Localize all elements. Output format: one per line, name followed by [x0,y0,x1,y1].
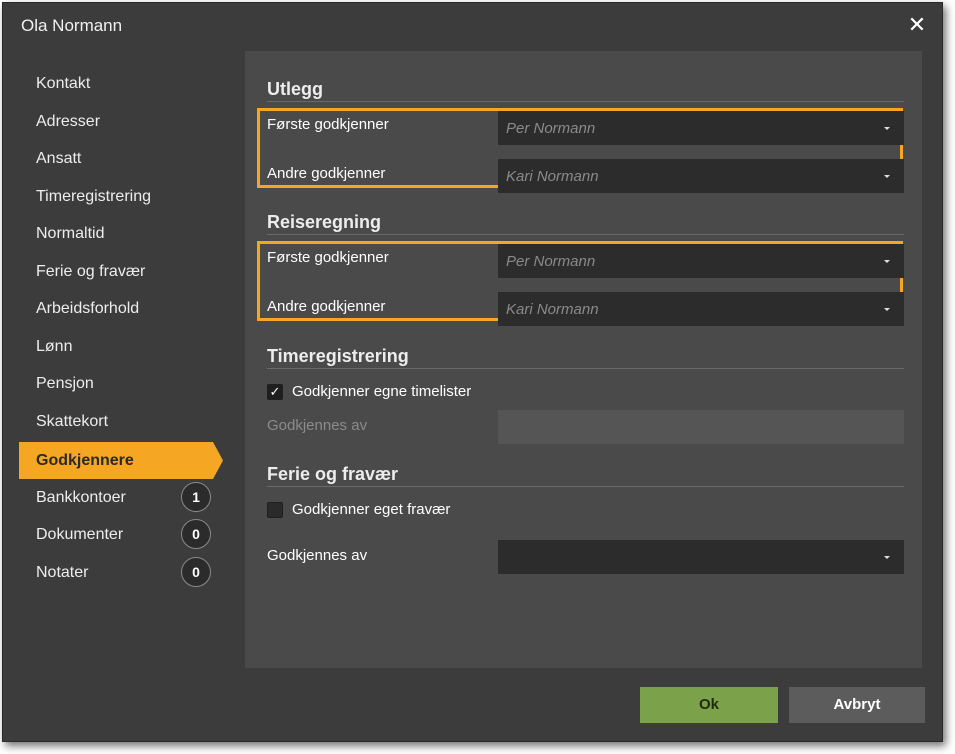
sidebar-item-label: Arbeidsforhold [36,300,140,317]
sidebar-item-arbeidsforhold[interactable]: Arbeidsforhold [19,290,223,327]
sidebar-item-label: Ansatt [36,150,82,167]
sidebar-item-kontakt[interactable]: Kontakt [19,65,223,102]
close-icon[interactable]: ✕ [907,14,927,36]
sidebar-item-bankkontoer[interactable]: Bankkontoer 1 [19,479,223,516]
sidebar-item-label: Timeregistrering [36,188,151,205]
sidebar-item-dokumenter[interactable]: Dokumenter 0 [19,516,223,553]
caret-down-icon [884,308,890,311]
dialog-title: Ola Normann [21,16,123,35]
utlegg-second-approver-label: Andre godkjenner [267,165,386,182]
cancel-button[interactable]: Avbryt [789,687,925,723]
reiseregning-first-approver-select[interactable]: Per Normann [498,244,904,278]
caret-down-icon [884,260,890,263]
utlegg-first-approver-select[interactable]: Per Normann [498,111,904,145]
select-placeholder: Kari Normann [506,168,599,185]
own-absence-checkbox[interactable] [267,502,283,518]
own-absence-label: Godkjenner eget fravær [292,501,451,518]
count-badge: 0 [181,557,211,587]
sidebar-item-label: Pensjon [36,375,94,392]
section-divider [267,486,904,487]
section-title-ferie: Ferie og fravær [267,464,399,484]
section-divider [267,368,904,369]
count-badge: 0 [181,519,211,549]
utlegg-first-approver-label: Første godkjenner [267,116,389,133]
sidebar-item-godkjennere[interactable]: Godkjennere [19,442,223,479]
approvers-panel: Utlegg Første godkjenner Per Normann And… [245,51,922,668]
sidebar-item-lonn[interactable]: Lønn [19,328,223,365]
sidebar-item-skattekort[interactable]: Skattekort [19,403,223,440]
section-title-timeregistrering: Timeregistrering [267,346,409,366]
sidebar-item-label: Bankkontoer [36,489,126,506]
reiseregning-second-approver-label: Andre godkjenner [267,298,386,315]
ferie-approved-by-label: Godkjennes av [267,547,368,564]
sidebar-item-label: Skattekort [36,413,109,430]
own-timesheets-checkbox[interactable]: ✓ [267,384,283,400]
count-badge: 1 [181,482,211,512]
caret-down-icon [884,556,890,559]
sidebar-item-label: Kontakt [36,75,91,92]
own-timesheets-label: Godkjenner egne timelister [292,383,472,400]
select-placeholder: Per Normann [506,120,596,137]
sidebar-item-label: Dokumenter [36,526,124,543]
sidebar-item-pensjon[interactable]: Pensjon [19,365,223,402]
reiseregning-first-approver-label: Første godkjenner [267,249,389,266]
sidebar-item-label: Ferie og fravær [36,263,146,280]
ok-button[interactable]: Ok [640,687,778,723]
section-divider [267,234,904,235]
section-divider [267,101,904,102]
timeregistrering-approved-by-label: Godkjennes av [267,417,368,434]
sidebar-item-label: Notater [36,564,89,581]
sidebar-item-normaltid[interactable]: Normaltid [19,215,223,252]
caret-down-icon [884,175,890,178]
caret-down-icon [884,127,890,130]
reiseregning-second-approver-select[interactable]: Kari Normann [498,292,904,326]
sidebar-item-label: Normaltid [36,225,105,242]
ferie-approved-by-select[interactable] [498,540,904,574]
sidebar-item-ansatt[interactable]: Ansatt [19,140,223,177]
timeregistrering-approved-by-field [498,410,904,444]
select-placeholder: Per Normann [506,253,596,270]
dialog-window: Ola Normann ✕ Kontakt Adresser Ansatt Ti… [2,2,943,742]
sidebar-item-label: Adresser [36,113,101,130]
sidebar-item-label: Lønn [36,338,73,355]
select-placeholder: Kari Normann [506,301,599,318]
sidebar-item-notater[interactable]: Notater 0 [19,554,223,591]
sidebar-item-label: Godkjennere [36,452,134,469]
sidebar-item-ferie[interactable]: Ferie og fravær [19,253,223,290]
sidebar-item-timeregistrering[interactable]: Timeregistrering [19,178,223,215]
sidebar-item-adresser[interactable]: Adresser [19,103,223,140]
utlegg-second-approver-select[interactable]: Kari Normann [498,159,904,193]
section-title-reiseregning: Reiseregning [267,212,382,232]
section-title-utlegg: Utlegg [267,79,323,99]
